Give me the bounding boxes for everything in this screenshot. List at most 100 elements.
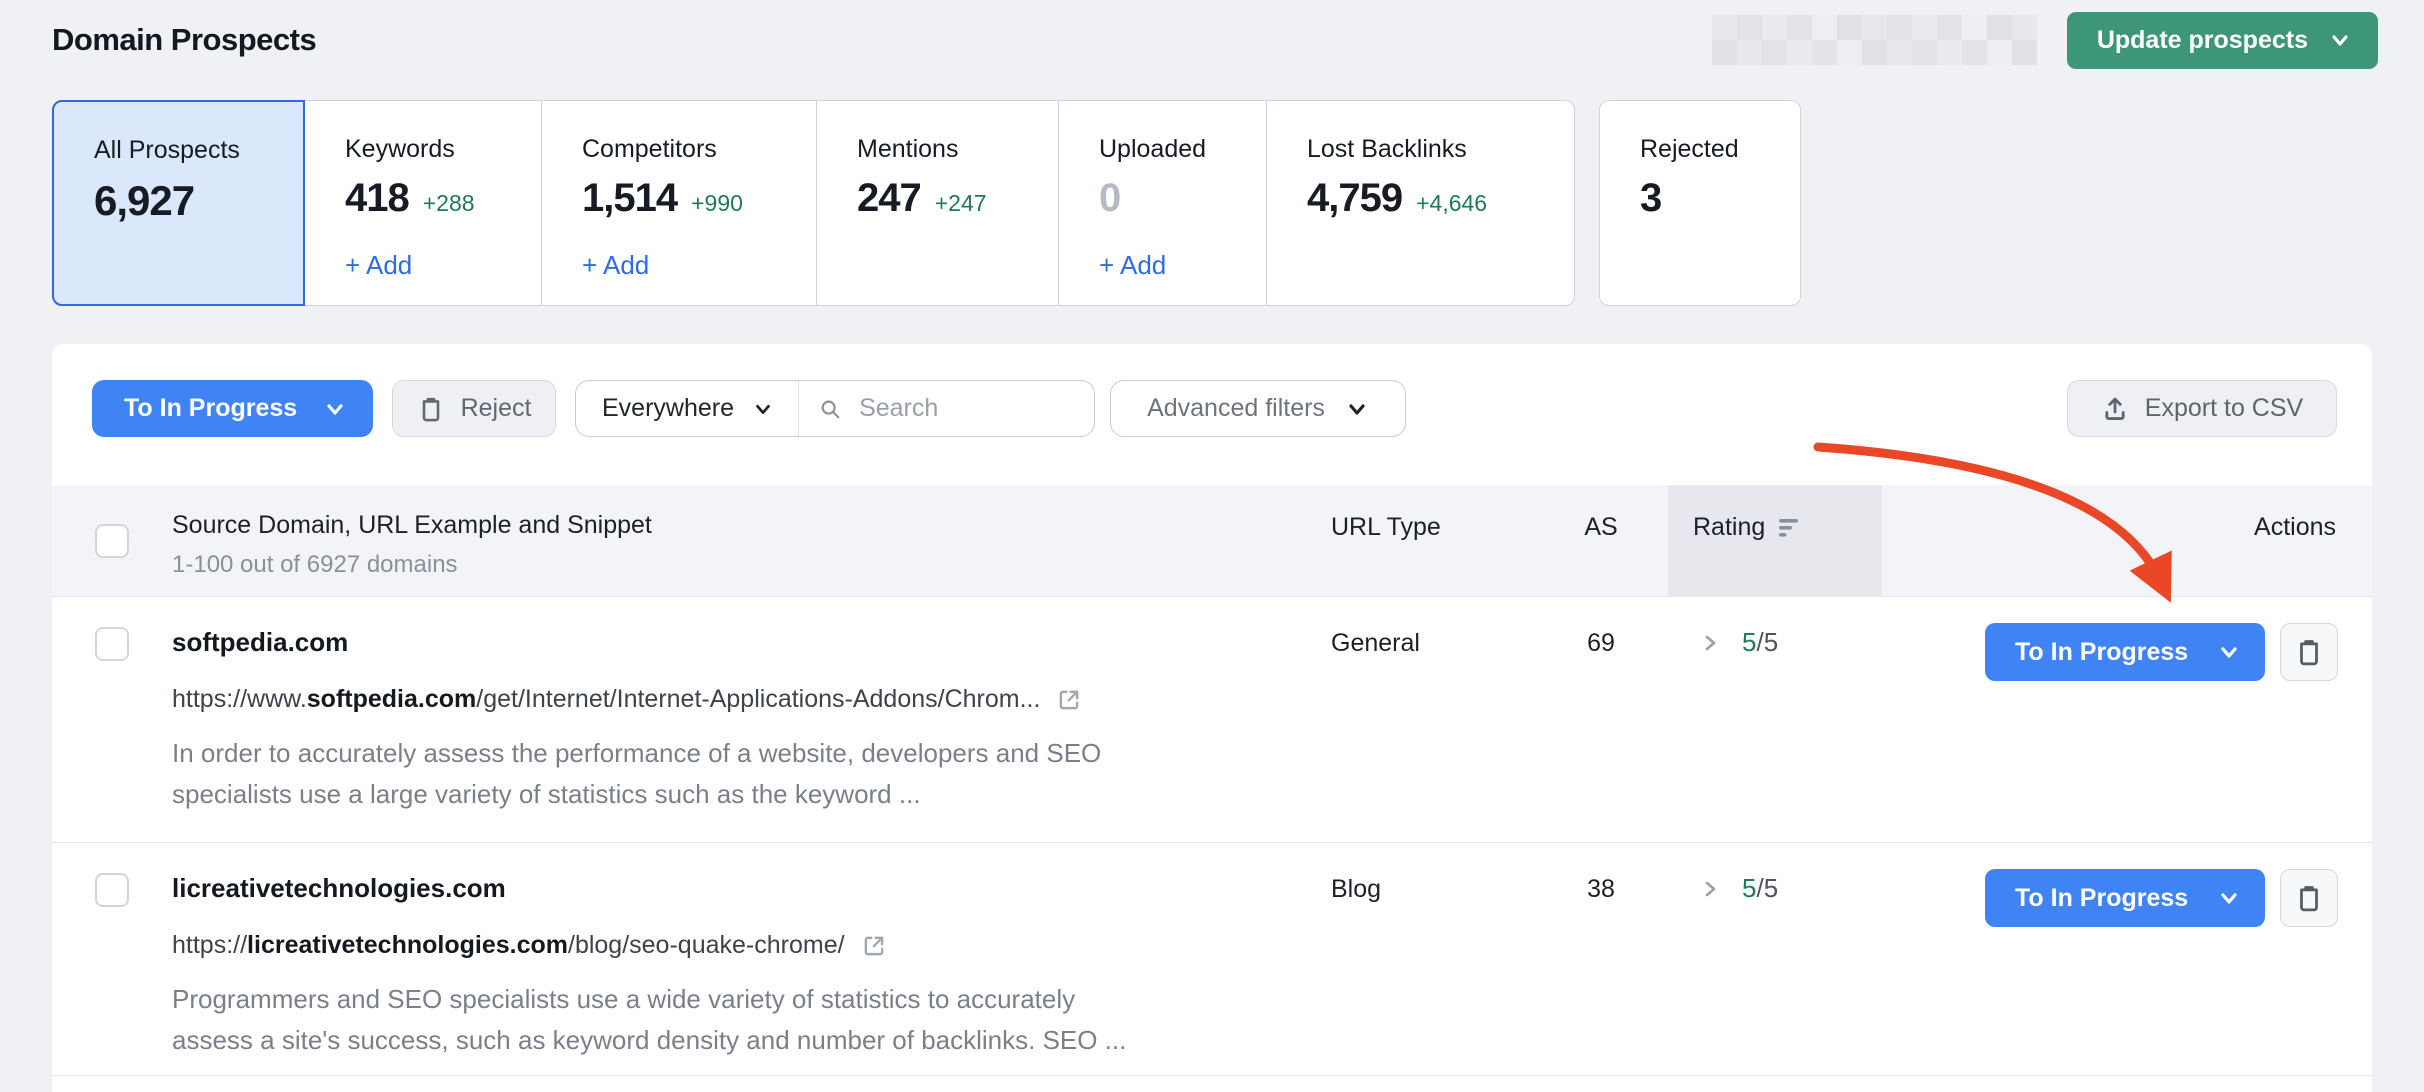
row-action-label: To In Progress bbox=[2015, 884, 2188, 913]
search-input[interactable] bbox=[857, 393, 1074, 424]
tab-label: Competitors bbox=[582, 135, 816, 164]
chevron-down-icon bbox=[323, 397, 347, 421]
prospect-tabs: All Prospects 6,927 Keywords 418 +288 + A… bbox=[52, 100, 1801, 306]
bulk-to-in-progress-button[interactable]: To In Progress bbox=[92, 380, 373, 437]
column-header-as: AS bbox=[1529, 513, 1673, 542]
trash-icon bbox=[2294, 883, 2324, 913]
url-example: https://www.softpedia.com/get/Internet/I… bbox=[172, 685, 1082, 714]
tab-delta: +288 bbox=[423, 190, 475, 217]
url-text[interactable]: https://licreativetechnologies.com/blog/… bbox=[172, 931, 845, 960]
tab-rejected[interactable]: Rejected 3 bbox=[1599, 100, 1801, 306]
top-bar: Domain Prospects Update prospects bbox=[52, 0, 2378, 80]
prospects-panel: To In Progress Reject Everywhere Advance… bbox=[52, 344, 2372, 1092]
tab-label: All Prospects bbox=[94, 136, 303, 165]
tab-mentions[interactable]: Mentions 247 +247 bbox=[817, 100, 1059, 306]
row-action-label: To In Progress bbox=[2015, 638, 2188, 667]
snippet-text: Programmers and SEO specialists use a wi… bbox=[172, 979, 1126, 1061]
table-header: Source Domain, URL Example and Snippet 1… bbox=[52, 485, 2372, 597]
tab-all-prospects[interactable]: All Prospects 6,927 bbox=[52, 100, 305, 306]
redacted-text bbox=[1712, 15, 2037, 65]
expand-rating-icon[interactable] bbox=[1698, 877, 1722, 901]
authority-score-value: 69 bbox=[1529, 629, 1673, 658]
tab-count: 6,927 bbox=[94, 177, 194, 225]
rating-cell: 5/5 bbox=[1698, 873, 1778, 904]
add-keywords-link[interactable]: + Add bbox=[345, 250, 412, 281]
chevron-down-icon bbox=[752, 398, 774, 420]
tab-label: Uploaded bbox=[1099, 135, 1266, 164]
reject-button[interactable]: Reject bbox=[392, 380, 556, 437]
tab-delta: +990 bbox=[691, 190, 743, 217]
top-right-group: Update prospects bbox=[1712, 12, 2378, 69]
tab-delta: +4,646 bbox=[1416, 190, 1487, 217]
reject-label: Reject bbox=[461, 394, 532, 423]
source-domain[interactable]: licreativetechnologies.com bbox=[172, 873, 506, 904]
scope-dropdown[interactable]: Everywhere bbox=[576, 381, 799, 436]
rating-header-label: Rating bbox=[1693, 513, 1765, 542]
expand-rating-icon[interactable] bbox=[1698, 631, 1722, 655]
url-text[interactable]: https://www.softpedia.com/get/Internet/I… bbox=[172, 685, 1040, 714]
url-type-value: General bbox=[1331, 629, 1420, 658]
external-link-icon[interactable] bbox=[861, 933, 887, 959]
trash-icon bbox=[2294, 637, 2324, 667]
tab-competitors[interactable]: Competitors 1,514 +990 + Add bbox=[542, 100, 817, 306]
search-box bbox=[799, 381, 1094, 436]
rating-cell: 5/5 bbox=[1698, 627, 1778, 658]
url-example: https://licreativetechnologies.com/blog/… bbox=[172, 931, 887, 960]
advanced-filters-label: Advanced filters bbox=[1147, 394, 1325, 423]
chevron-down-icon bbox=[2217, 886, 2241, 910]
row-to-in-progress-button[interactable]: To In Progress bbox=[1985, 869, 2265, 927]
tab-label: Keywords bbox=[345, 135, 541, 164]
table-row: softpedia.com https://www.softpedia.com/… bbox=[52, 597, 2372, 843]
export-icon bbox=[2101, 395, 2129, 423]
add-uploaded-link[interactable]: + Add bbox=[1099, 250, 1166, 281]
tab-label: Rejected bbox=[1640, 135, 1800, 164]
row-delete-button[interactable] bbox=[2280, 869, 2338, 927]
url-type-value: Blog bbox=[1331, 875, 1381, 904]
row-checkbox[interactable] bbox=[95, 873, 129, 907]
chevron-down-icon bbox=[1345, 397, 1369, 421]
search-icon bbox=[819, 396, 841, 422]
row-to-in-progress-button[interactable]: To In Progress bbox=[1985, 623, 2265, 681]
sort-descending-icon bbox=[1779, 516, 1806, 540]
rating-value: 5/5 bbox=[1742, 627, 1778, 658]
column-header-rating[interactable]: Rating bbox=[1693, 513, 1806, 542]
tab-count: 1,514 bbox=[582, 176, 677, 221]
column-header-actions: Actions bbox=[2254, 513, 2336, 542]
tab-uploaded[interactable]: Uploaded 0 + Add bbox=[1059, 100, 1267, 306]
row-delete-button[interactable] bbox=[2280, 623, 2338, 681]
table-row: licreativetechnologies.com https://licre… bbox=[52, 843, 2372, 1076]
tab-count: 0 bbox=[1099, 176, 1120, 221]
chevron-down-icon bbox=[2217, 640, 2241, 664]
page-title: Domain Prospects bbox=[52, 22, 316, 58]
domain-prospects-page: Domain Prospects Update prospects All Pr… bbox=[0, 0, 2424, 1092]
scope-label: Everywhere bbox=[602, 394, 734, 423]
row-checkbox[interactable] bbox=[95, 627, 129, 661]
export-to-csv-button[interactable]: Export to CSV bbox=[2067, 380, 2337, 437]
trash-icon bbox=[417, 395, 445, 423]
tab-count: 247 bbox=[857, 176, 921, 221]
external-link-icon[interactable] bbox=[1056, 687, 1082, 713]
rating-value: 5/5 bbox=[1742, 873, 1778, 904]
tab-card-group: All Prospects 6,927 Keywords 418 +288 + A… bbox=[52, 100, 1575, 306]
column-header-url-type: URL Type bbox=[1331, 513, 1441, 542]
tab-count: 3 bbox=[1640, 176, 1661, 221]
column-header-source: Source Domain, URL Example and Snippet bbox=[172, 511, 652, 540]
tab-lost-backlinks[interactable]: Lost Backlinks 4,759 +4,646 bbox=[1267, 100, 1575, 306]
tab-count: 4,759 bbox=[1307, 176, 1402, 221]
snippet-text: In order to accurately assess the perfor… bbox=[172, 733, 1101, 815]
chevron-down-icon bbox=[2328, 28, 2352, 52]
select-all-checkbox[interactable] bbox=[95, 524, 129, 558]
tab-count: 418 bbox=[345, 176, 409, 221]
tab-label: Lost Backlinks bbox=[1307, 135, 1574, 164]
update-prospects-label: Update prospects bbox=[2097, 26, 2308, 55]
tab-keywords[interactable]: Keywords 418 +288 + Add bbox=[305, 100, 542, 306]
export-label: Export to CSV bbox=[2145, 394, 2303, 423]
source-domain[interactable]: softpedia.com bbox=[172, 627, 348, 658]
pagination-summary: 1-100 out of 6927 domains bbox=[172, 551, 458, 579]
add-competitors-link[interactable]: + Add bbox=[582, 250, 649, 281]
tab-label: Mentions bbox=[857, 135, 1058, 164]
advanced-filters-button[interactable]: Advanced filters bbox=[1110, 380, 1406, 437]
bulk-action-label: To In Progress bbox=[124, 394, 297, 423]
tab-delta: +247 bbox=[935, 190, 987, 217]
update-prospects-button[interactable]: Update prospects bbox=[2067, 12, 2378, 69]
